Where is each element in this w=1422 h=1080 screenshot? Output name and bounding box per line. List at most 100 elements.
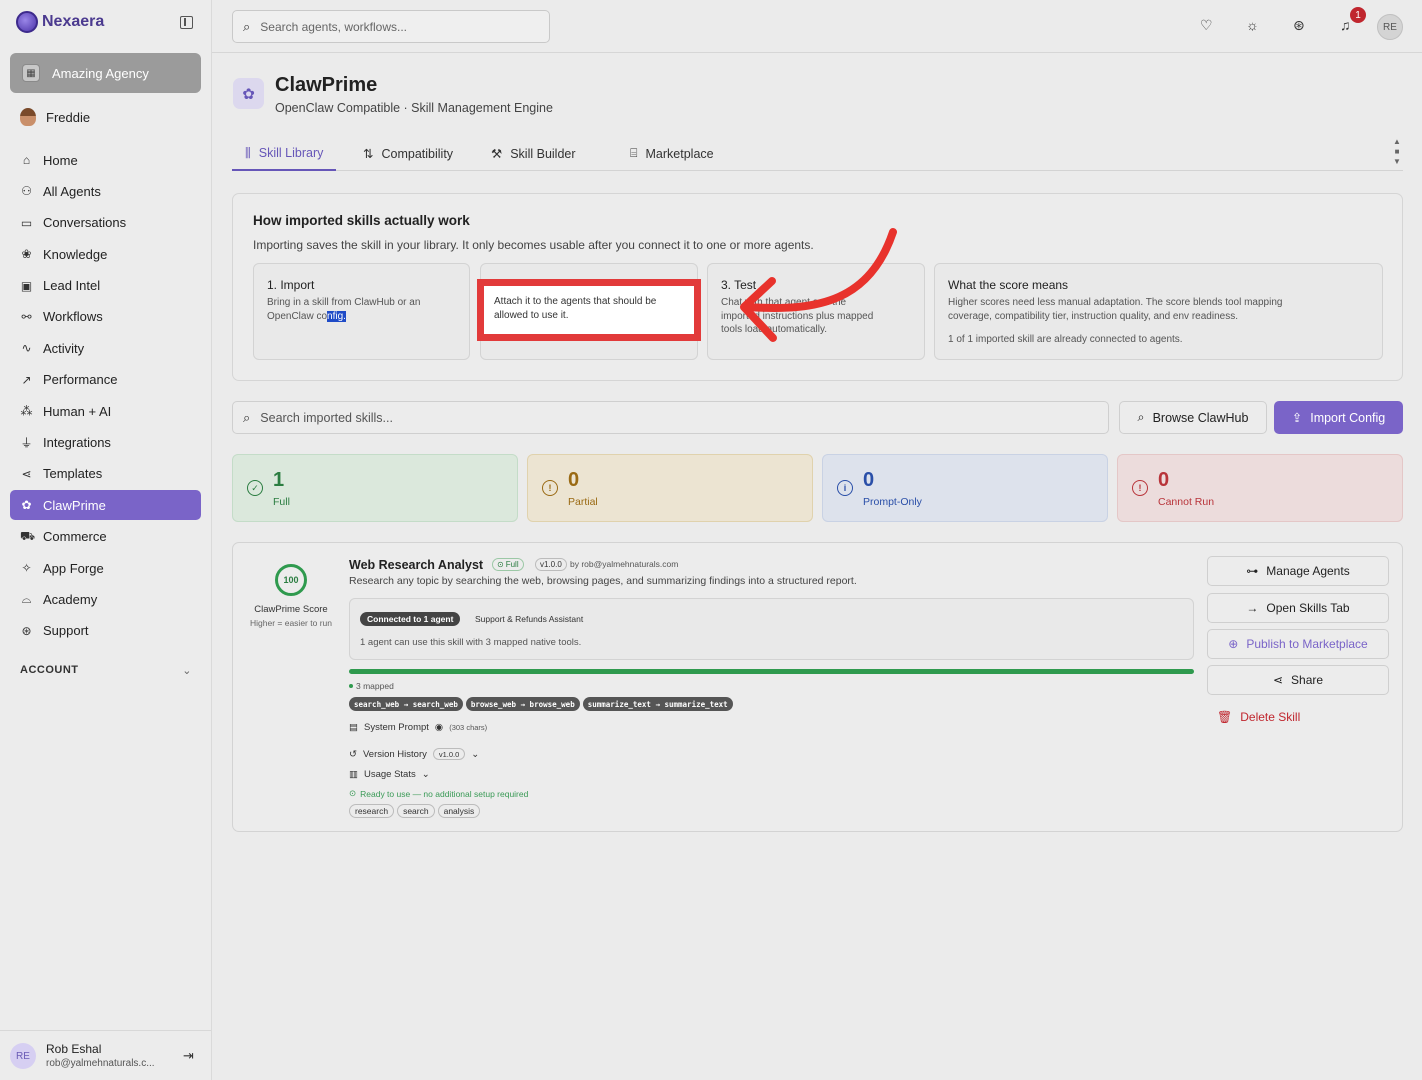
avatar[interactable]: RE: [1377, 14, 1403, 40]
current-user-name: Freddie: [46, 109, 91, 125]
tab-skill-library[interactable]: ⫼ Skill Library: [232, 137, 337, 171]
sidebar-item-home[interactable]: ⌂ Home: [10, 145, 201, 175]
sidebar-item-templates[interactable]: ⋖ Templates: [10, 459, 201, 489]
tool-mapping-chip: summarize_text → summarize_text: [582, 697, 733, 711]
upload-icon: ⇪: [1291, 411, 1303, 425]
ready-status: ⊙ Ready to use — no additional setup req…: [349, 788, 529, 799]
tool-mappings: search_web → search_web browse_web → brow…: [349, 697, 733, 711]
skills-search-input[interactable]: ⌕ Search imported skills...: [232, 401, 1109, 434]
connected-agent[interactable]: Support & Refunds Assistant: [475, 614, 583, 624]
sidebar-item-label: Activity: [43, 340, 85, 356]
sidebar-item-activity[interactable]: ∿ Activity: [10, 333, 201, 363]
sidebar-footer: RE Rob Eshal rob@yalmehnaturals.c... ⇥: [0, 1030, 211, 1080]
clawprime-icon: ✿: [21, 498, 32, 513]
people-icon: ⁂: [20, 404, 33, 419]
tab-compatibility[interactable]: ⇅ Compatibility: [350, 137, 466, 170]
sidebar-item-lead-intel[interactable]: ▣ Lead Intel: [10, 271, 201, 301]
tier-badge: ⊙ Full: [492, 558, 524, 571]
sidebar-item-academy[interactable]: ⌓ Academy: [10, 584, 201, 614]
activity-icon: ∿: [21, 341, 32, 356]
connection-description: 1 agent can use this skill with 3 mapped…: [360, 637, 582, 648]
sidebar-item-knowledge[interactable]: ❀ Knowledge: [10, 239, 201, 269]
logout-icon[interactable]: ⇥: [183, 1048, 194, 1064]
page-title: ClawPrime: [275, 74, 378, 96]
highlight-box: Attach it to the agents that should be a…: [477, 279, 701, 341]
chevron-down-icon: ⌄: [421, 769, 430, 780]
skill-author: by rob@yalmehnaturals.com: [570, 559, 679, 569]
sidebar-item-all-agents[interactable]: ⚇ All Agents: [10, 176, 201, 206]
stat-label: Full: [273, 496, 290, 508]
sidebar-item-app-forge[interactable]: ✧ App Forge: [10, 553, 201, 583]
system-prompt-row: ▤ System Prompt ◉ (303 chars): [349, 722, 488, 733]
stat-card-partial[interactable]: ! 0 Partial: [527, 454, 813, 522]
sidebar-item-label: ClawPrime: [43, 497, 106, 513]
step-title: What the score means: [948, 278, 1069, 292]
history-icon: ↺: [349, 748, 357, 760]
sidebar-item-conversations[interactable]: ▭ Conversations: [10, 208, 201, 238]
import-config-button[interactable]: ⇪ Import Config: [1274, 401, 1403, 434]
global-search-input[interactable]: ⌕ Search agents, workflows...: [232, 10, 550, 43]
sidebar-item-support[interactable]: ⊛ Support: [10, 616, 201, 646]
sidebar-item-performance[interactable]: ↗ Performance: [10, 365, 201, 395]
sidebar-item-label: Lead Intel: [43, 278, 101, 294]
sidebar-item-human-ai[interactable]: ⁂ Human + AI: [10, 396, 201, 426]
account-section-toggle[interactable]: ACCOUNT ⌄: [20, 664, 192, 677]
stat-card-prompt-only[interactable]: i 0 Prompt-Only: [822, 454, 1108, 522]
help-icon[interactable]: ⊛: [1293, 17, 1305, 34]
eye-icon[interactable]: ◉: [435, 722, 443, 733]
info-title: How imported skills actually work: [253, 213, 470, 228]
current-user[interactable]: Freddie: [20, 108, 90, 126]
avatar[interactable]: RE: [10, 1043, 36, 1069]
sidebar-item-integrations[interactable]: ⏚ Integrations: [10, 428, 201, 458]
sidebar-item-clawprime[interactable]: ✿ ClawPrime: [10, 490, 201, 521]
sidebar: Nexaera ▦ Amazing Agency Freddie ⌂ Home ⚇ A…: [0, 0, 212, 1080]
user-avatar-icon: [20, 108, 36, 126]
tab-skill-builder[interactable]: ⚒ Skill Builder: [478, 137, 589, 170]
score-sub: Higher = easier to run: [250, 618, 332, 628]
tab-label: Skill Library: [258, 146, 324, 160]
tab-bar: ⫼ Skill Library ⇅ Compatibility ⚒ Skill Build…: [232, 137, 1403, 171]
info-lead: Importing saves the skill in your librar…: [253, 238, 814, 252]
arrow-right-icon: →: [1246, 601, 1259, 615]
globe-icon: ⊕: [1228, 637, 1239, 651]
org-switcher[interactable]: ▦ Amazing Agency: [10, 53, 201, 93]
sidebar-item-label: Commerce: [43, 529, 107, 545]
scroll-indicator-icon[interactable]: ▲ ■ ▼: [1392, 137, 1402, 169]
check-circle-icon: ⊙: [497, 560, 504, 569]
score-explainer: What the score means Higher scores need …: [934, 263, 1383, 360]
step-connect-description: Attach it to the agents that should be a…: [484, 286, 694, 334]
browse-clawhub-button[interactable]: ⌕ Browse ClawHub: [1119, 401, 1267, 434]
stat-card-cannot-run[interactable]: ! 0 Cannot Run: [1117, 454, 1403, 522]
connected-badge: Connected to 1 agent: [360, 612, 461, 626]
version-history-toggle[interactable]: ↺ Version History v1.0.0 ⌄: [349, 748, 479, 760]
heart-icon[interactable]: ♡: [1200, 17, 1213, 34]
collapse-sidebar-icon[interactable]: [180, 16, 193, 29]
stat-value: 1: [273, 469, 285, 491]
sun-icon[interactable]: ☼: [1246, 17, 1259, 33]
bell-icon[interactable]: ♫: [1340, 17, 1351, 33]
open-skills-tab-button[interactable]: → Open Skills Tab: [1207, 593, 1389, 623]
bar-chart-icon: ▥: [349, 769, 358, 780]
share-button[interactable]: ⋖ Share: [1207, 665, 1389, 695]
trash-icon: 🗑: [1217, 710, 1233, 724]
publish-marketplace-button[interactable]: ⊕ Publish to Marketplace: [1207, 629, 1389, 659]
step-description: Chat with that agent and the imported in…: [721, 297, 874, 335]
manage-agents-button[interactable]: ⊶ Manage Agents: [1207, 556, 1389, 586]
search-icon: ⌕: [1137, 410, 1145, 424]
delete-skill-button[interactable]: 🗑 Delete Skill: [1207, 702, 1389, 732]
tool-mapping-chip: search_web → search_web: [349, 697, 463, 711]
sidebar-item-workflows[interactable]: ⚯ Workflows: [10, 302, 201, 332]
building-icon: ▦: [22, 64, 40, 82]
how-it-works-card: How imported skills actually work Import…: [232, 193, 1403, 381]
brand-logo[interactable]: Nexaera: [16, 11, 104, 33]
skill-tags: research search analysis: [349, 804, 481, 818]
usage-stats-toggle[interactable]: ▥ Usage Stats ⌄: [349, 769, 430, 780]
sidebar-item-label: Conversations: [43, 215, 127, 231]
stat-value: 0: [863, 469, 875, 491]
stat-card-full[interactable]: ✓ 1 Full: [232, 454, 518, 522]
footer-user-name: Rob Eshal: [46, 1042, 102, 1056]
skill-card: 100 ClawPrime Score Higher = easier to r…: [232, 542, 1403, 832]
workflow-icon: ⚯: [21, 309, 32, 324]
tab-marketplace[interactable]: ⌸ Marketplace: [617, 137, 727, 170]
sidebar-item-commerce[interactable]: ⛟ Commerce: [10, 522, 201, 552]
